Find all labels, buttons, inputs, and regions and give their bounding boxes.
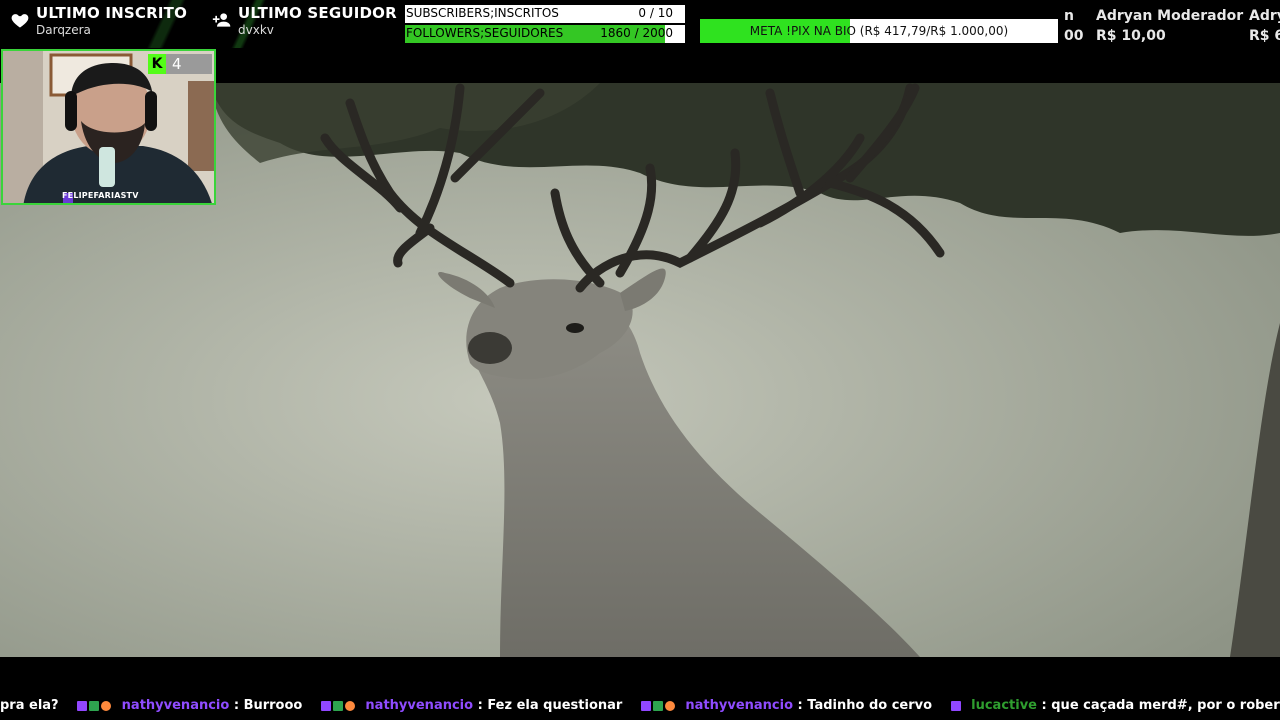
chat-username: nathyvenancio <box>121 698 230 713</box>
heart-icon <box>11 14 29 28</box>
subscribers-goal: SUBSCRIBERS;INSCRITOS 0 / 10 <box>405 5 685 23</box>
kick-viewer-badge: K 4 <box>148 54 212 74</box>
crown-badge-icon <box>664 700 675 711</box>
chat-message: nathyvenancio : Fez ela questionar <box>320 698 627 713</box>
chat-message: nathyvenancio : Burrooo <box>77 698 307 713</box>
donor-name: Adry <box>1249 8 1280 24</box>
donor-amount: R$ 10,00 <box>1096 28 1166 44</box>
followers-goal-count: 1860 / 2000 <box>600 26 673 40</box>
latest-follower-name: dvxkv <box>238 23 274 37</box>
check-badge-icon <box>652 700 663 711</box>
donor-amount: 00 <box>1064 28 1084 44</box>
pix-goal-bar: META !PIX NA BIO (R$ 417,79/R$ 1.000,00) <box>700 19 1058 43</box>
chat-text: : que caçada merd#, por o robert matava … <box>1041 698 1280 713</box>
kick-viewer-count: 4 <box>172 55 182 73</box>
chat-text: : Tadinho do cervo <box>797 698 933 713</box>
check-badge-icon <box>332 700 343 711</box>
followers-goal: FOLLOWERS;SEGUIDORES 1860 / 2000 <box>405 25 685 43</box>
goal-table: SUBSCRIBERS;INSCRITOS 0 / 10 FOLLOWERS;S… <box>405 5 685 45</box>
followers-goal-label: FOLLOWERS;SEGUIDORES <box>406 26 564 40</box>
chat-ticker: pra ela? nathyvenancio : Burrooo nathyve… <box>0 692 1280 720</box>
chat-message: nathyvenancio : Tadinho do cervo <box>640 698 937 713</box>
donor-amount: R$ 6 <box>1249 28 1280 44</box>
twitch-badge-icon <box>950 700 961 711</box>
chat-text: : Burrooo <box>233 698 303 713</box>
chat-text: : Fez ela questionar <box>477 698 623 713</box>
donor-entry: Adry R$ 6 <box>1249 8 1280 44</box>
latest-subscriber-title: ULTIMO INSCRITO <box>36 4 188 22</box>
subscribers-goal-label: SUBSCRIBERS;INSCRITOS <box>406 6 559 20</box>
chat-username: nathyvenancio <box>365 698 474 713</box>
donor-entry: Adryan Moderador R$ 10,00 <box>1096 8 1243 44</box>
user-plus-icon <box>212 13 231 27</box>
twitch-badge-icon <box>640 700 651 711</box>
crown-badge-icon <box>101 700 112 711</box>
donor-name: Adryan Moderador <box>1096 8 1244 24</box>
latest-follower-panel: ULTIMO SEGUIDOR dvxkv <box>212 4 397 37</box>
chat-badges <box>640 698 677 713</box>
check-badge-icon <box>89 700 100 711</box>
pix-goal-label: META !PIX NA BIO (R$ 417,79/R$ 1.000,00) <box>749 24 1009 38</box>
latest-subscriber-panel: ULTIMO INSCRITO Darqzera <box>10 4 187 37</box>
twitch-badge-icon <box>77 700 88 711</box>
chat-message: lucactive : que caçada merd#, por o robe… <box>950 698 1280 713</box>
chat-badges <box>950 698 963 713</box>
chat-badges <box>320 698 357 713</box>
twitch-badge-icon <box>320 700 331 711</box>
stream-overlay-topbar: ULTIMO INSCRITO Darqzera ULTIMO SEGUIDOR… <box>0 0 1280 48</box>
donor-entry: n 00 <box>1064 8 1083 44</box>
webcam-feed-image <box>3 51 214 203</box>
chat-username: lucactive <box>971 698 1037 713</box>
latest-follower-title: ULTIMO SEGUIDOR <box>238 4 397 22</box>
subscribers-goal-count: 0 / 10 <box>638 6 673 20</box>
kick-logo-icon: K <box>148 54 166 74</box>
donor-name: n <box>1064 8 1074 24</box>
latest-subscriber-name: Darqzera <box>36 23 91 37</box>
crown-badge-icon <box>344 700 355 711</box>
chat-badges <box>77 698 113 713</box>
chat-message: pra ela? <box>0 698 63 713</box>
chat-text: pra ela? <box>0 698 59 713</box>
chat-row: pra ela? nathyvenancio : Burrooo nathyve… <box>0 698 1280 713</box>
chat-username: nathyvenancio <box>685 698 794 713</box>
channel-tag: FELIPEFARIASTV <box>62 191 139 200</box>
